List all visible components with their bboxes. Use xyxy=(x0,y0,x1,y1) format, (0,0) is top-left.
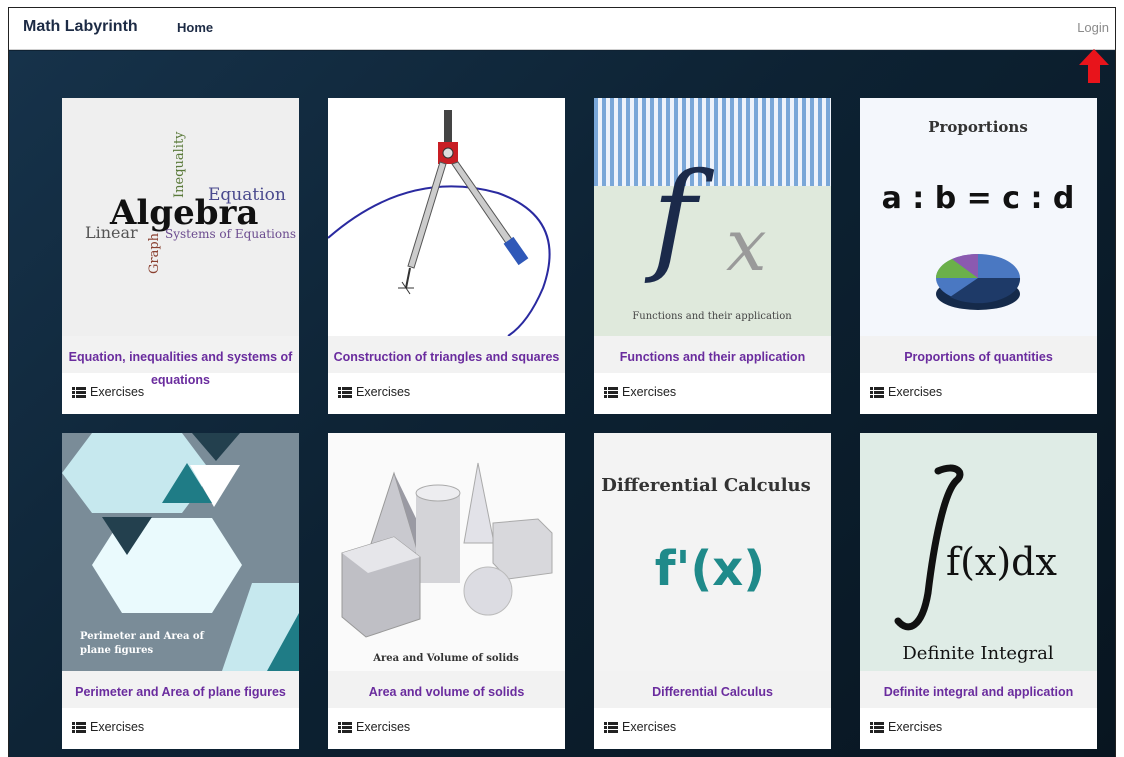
navbar: Math Labyrinth Home Login xyxy=(9,8,1115,50)
card-title[interactable]: Proportions of quantities xyxy=(860,336,1097,373)
exercises-label: Exercises xyxy=(888,385,943,399)
compass-image xyxy=(328,110,551,336)
function-caption: Functions and their application xyxy=(632,311,792,322)
exercises-label: Exercises xyxy=(90,720,145,734)
exercises-link[interactable]: Exercises xyxy=(870,720,942,734)
course-card[interactable]: Differential Calculus f'(x) Differential… xyxy=(594,433,831,749)
proportions-heading: Proportions xyxy=(928,118,1028,136)
word-linear: Linear xyxy=(85,223,138,242)
card-title[interactable]: Construction of triangles and squares xyxy=(328,336,565,373)
course-card[interactable]: Perimeter and Area of plane figures Peri… xyxy=(62,433,299,749)
list-icon xyxy=(604,386,618,398)
course-card[interactable]: Proportions a : b = c : d Proportions of… xyxy=(860,98,1097,414)
card-title[interactable]: Definite integral and application xyxy=(860,671,1097,708)
card-image: f(x)dx Definite Integral xyxy=(860,433,1097,671)
exercises-link[interactable]: Exercises xyxy=(338,720,410,734)
list-icon xyxy=(604,721,618,733)
function-image: f x Functions and their application xyxy=(594,98,831,322)
exercises-link[interactable]: Exercises xyxy=(72,720,144,734)
exercises-link[interactable]: Exercises xyxy=(604,385,676,399)
integral-image: f(x)dx Definite Integral xyxy=(894,464,1057,664)
exercises-label: Exercises xyxy=(622,385,677,399)
card-title[interactable]: Perimeter and Area of plane figures xyxy=(62,671,299,708)
exercises-link[interactable]: Exercises xyxy=(604,720,676,734)
card-image xyxy=(328,98,565,336)
main-content: Algebra Equation Linear Systems of Equat… xyxy=(9,51,1115,757)
geometry-caption-line1: Perimeter and Area of xyxy=(80,631,205,642)
course-grid: Algebra Equation Linear Systems of Equat… xyxy=(9,51,1115,757)
course-card[interactable]: f(x)dx Definite Integral Definite integr… xyxy=(860,433,1097,749)
course-card[interactable]: Algebra Equation Linear Systems of Equat… xyxy=(62,98,299,414)
card-title[interactable]: Differential Calculus xyxy=(594,671,831,708)
nav-home-link[interactable]: Home xyxy=(177,20,213,35)
exercises-link[interactable]: Exercises xyxy=(72,385,144,399)
course-card[interactable]: Area and Volume of solids Area and volum… xyxy=(328,433,565,749)
card-title[interactable]: Area and volume of solids xyxy=(328,671,565,708)
integral-caption: Definite Integral xyxy=(902,643,1053,664)
nav-login-link[interactable]: Login xyxy=(1077,20,1109,35)
exercises-label: Exercises xyxy=(90,385,145,399)
differential-formula: f'(x) xyxy=(655,541,765,597)
browser-frame: Math Labyrinth Home Login Algebra Equati… xyxy=(8,7,1116,757)
solids-image: Area and Volume of solids xyxy=(341,462,553,664)
card-image: f x Functions and their application xyxy=(594,98,831,336)
arrow-up-icon xyxy=(1079,49,1109,83)
exercises-label: Exercises xyxy=(356,720,411,734)
word-inequality: Inequality xyxy=(172,131,187,198)
word-systems: Systems of Equations xyxy=(165,227,296,241)
list-icon xyxy=(870,386,884,398)
list-icon xyxy=(72,386,86,398)
card-image: Perimeter and Area of plane figures xyxy=(62,433,299,671)
card-title[interactable]: Equation, inequalities and systems of eq… xyxy=(62,336,299,387)
proportions-formula: a : b = c : d xyxy=(882,181,1075,216)
card-image: Differential Calculus f'(x) xyxy=(594,433,831,671)
solids-caption: Area and Volume of solids xyxy=(372,653,519,664)
differential-image: Differential Calculus f'(x) xyxy=(601,475,811,597)
brand-logo[interactable]: Math Labyrinth xyxy=(23,18,138,36)
course-card[interactable]: Construction of triangles and squares Ex… xyxy=(328,98,565,414)
card-title[interactable]: Functions and their application xyxy=(594,336,831,373)
list-icon xyxy=(870,721,884,733)
geometry-caption-line2: plane figures xyxy=(80,645,154,656)
exercises-label: Exercises xyxy=(622,720,677,734)
card-image: Area and Volume of solids xyxy=(328,433,565,671)
exercises-link[interactable]: Exercises xyxy=(338,385,410,399)
list-icon xyxy=(72,721,86,733)
list-icon xyxy=(338,386,352,398)
card-image: Proportions a : b = c : d xyxy=(860,98,1097,336)
list-icon xyxy=(338,721,352,733)
function-x-glyph: x xyxy=(726,203,767,287)
proportions-image: Proportions a : b = c : d xyxy=(882,118,1075,310)
integral-formula: f(x)dx xyxy=(946,540,1057,584)
differential-heading: Differential Calculus xyxy=(601,475,811,496)
geometry-shapes-image: Perimeter and Area of plane figures xyxy=(62,433,299,671)
exercises-link[interactable]: Exercises xyxy=(870,385,942,399)
word-equation: Equation xyxy=(208,185,286,205)
word-graph: Graph xyxy=(147,232,162,274)
exercises-label: Exercises xyxy=(356,385,411,399)
exercises-label: Exercises xyxy=(888,720,943,734)
word-cloud-image: Algebra Equation Linear Systems of Equat… xyxy=(85,131,296,274)
course-card[interactable]: f x Functions and their application Func… xyxy=(594,98,831,414)
card-image: Algebra Equation Linear Systems of Equat… xyxy=(62,98,299,336)
